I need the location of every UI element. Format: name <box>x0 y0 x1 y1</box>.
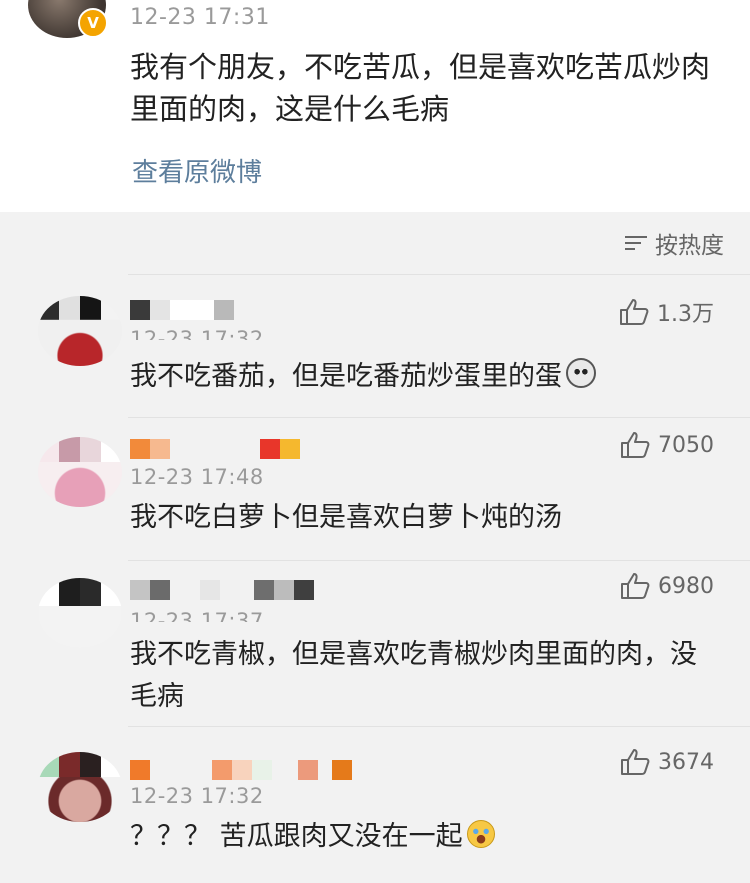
panda-face-emoji <box>566 358 596 388</box>
sort-icon <box>625 235 647 251</box>
comment-text: ？？？ 苦瓜跟肉又没在一起 <box>130 816 700 858</box>
commenter-name-blurred[interactable] <box>130 439 300 459</box>
comment-time: 12-23 17:32 <box>130 327 264 340</box>
sort-by-popularity[interactable]: 按热度 <box>625 226 724 260</box>
like-count: 6980 <box>658 573 714 599</box>
comment-text-content: ？？？ 苦瓜跟肉又没在一起 <box>130 821 463 852</box>
comment-text: 我不吃番茄，但是吃番茄炒蛋里的蛋 <box>130 356 700 398</box>
post-time: 12-23 17:31 <box>130 5 270 30</box>
comment-text: 我不吃青椒，但是喜欢吃青椒炒肉里面的肉，没毛病 <box>130 639 697 712</box>
commenter-avatar[interactable] <box>38 437 122 507</box>
like-button[interactable]: 6980 <box>620 572 714 600</box>
commenter-avatar[interactable] <box>38 578 122 648</box>
comment-item: 12-23 17:48 7050 我不吃白萝卜但是喜欢白萝卜炖的汤 <box>0 417 750 560</box>
comment-time: 12-23 17:37 <box>130 609 264 622</box>
like-button[interactable]: 7050 <box>620 431 714 459</box>
comment-time: 12-23 17:32 <box>130 784 264 808</box>
thumbs-up-icon <box>621 573 650 599</box>
like-button[interactable]: 3674 <box>620 748 714 776</box>
like-count: 3674 <box>658 749 714 775</box>
comment-text-content: 我不吃番茄，但是吃番茄炒蛋里的蛋 <box>130 361 562 392</box>
thumbs-up-icon <box>620 299 649 325</box>
commenter-name-blurred[interactable] <box>130 580 314 600</box>
thumbs-up-icon <box>621 749 650 775</box>
verified-badge-icon: V <box>78 8 108 38</box>
sort-label: 按热度 <box>655 233 724 259</box>
comment-item: 12-23 17:32 3674 ？？？ 苦瓜跟肉又没在一起 <box>0 726 750 883</box>
commenter-name-blurred[interactable] <box>130 300 234 320</box>
comment-item: 12-23 17:37 6980 我不吃青椒，但是喜欢吃青椒炒肉里面的肉，没毛病 <box>0 560 750 726</box>
comment-item: 12-23 17:32 1.3万 我不吃番茄，但是吃番茄炒蛋里的蛋 <box>0 274 750 417</box>
view-original-link[interactable]: 查看原微博 <box>132 152 262 189</box>
post-text: 我有个朋友，不吃苦瓜，但是喜欢吃苦瓜炒肉里面的肉，这是什么毛病 <box>130 50 711 126</box>
commenter-avatar[interactable] <box>38 752 122 822</box>
commenter-avatar[interactable] <box>38 296 122 366</box>
thumbs-up-icon <box>621 432 650 458</box>
like-button[interactable]: 1.3万 <box>619 296 714 328</box>
laughing-tears-emoji <box>466 820 495 848</box>
comment-time: 12-23 17:48 <box>130 465 264 489</box>
original-post-card: V 12-23 17:31 我有个朋友，不吃苦瓜，但是喜欢吃苦瓜炒肉里面的肉，这… <box>0 0 750 212</box>
commenter-name-blurred[interactable] <box>130 760 352 780</box>
like-count: 1.3万 <box>657 302 714 327</box>
comment-text: 我不吃白萝卜但是喜欢白萝卜炖的汤 <box>130 502 562 533</box>
like-count: 7050 <box>658 432 714 458</box>
